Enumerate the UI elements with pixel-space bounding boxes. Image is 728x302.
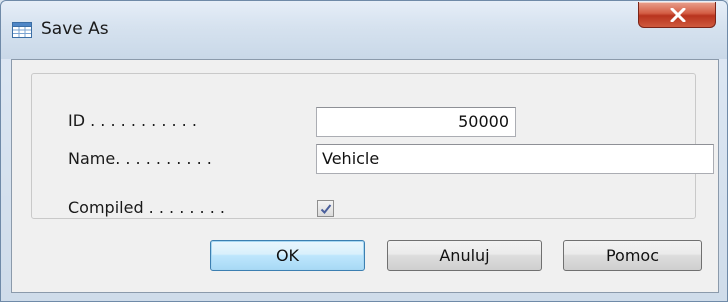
title-bar[interactable]: Save As bbox=[1, 1, 727, 59]
id-label: ID . . . . . . . . . . . bbox=[68, 111, 197, 130]
close-icon bbox=[670, 8, 686, 22]
help-button[interactable]: Pomoc bbox=[563, 240, 702, 271]
ok-button[interactable]: OK bbox=[210, 240, 365, 271]
close-button[interactable] bbox=[638, 2, 716, 28]
name-label: Name. . . . . . . . . . bbox=[68, 149, 212, 168]
id-field[interactable]: 50000 bbox=[316, 107, 516, 137]
save-as-dialog: Save As ID . . . . . . . . . . . 50000 N… bbox=[0, 0, 728, 302]
table-icon bbox=[12, 22, 32, 38]
object-properties-group: ID . . . . . . . . . . . 50000 Name. . .… bbox=[31, 73, 714, 219]
compiled-checkbox[interactable] bbox=[317, 200, 334, 217]
checkmark-icon bbox=[320, 204, 332, 214]
name-field[interactable]: Vehicle bbox=[316, 144, 714, 174]
compiled-label: Compiled . . . . . . . . bbox=[68, 198, 225, 217]
cancel-button[interactable]: Anuluj bbox=[387, 240, 542, 271]
window-title: Save As bbox=[41, 19, 109, 39]
dialog-body: ID . . . . . . . . . . . 50000 Name. . .… bbox=[11, 59, 719, 293]
